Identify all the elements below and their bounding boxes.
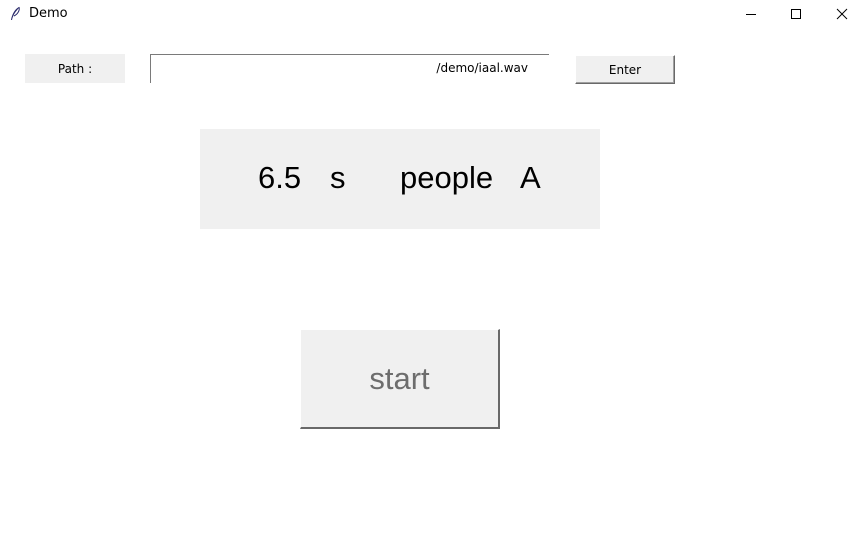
close-button[interactable] [820,0,864,28]
enter-button[interactable]: Enter [575,55,675,84]
path-input[interactable]: /demo/iaal.wav [150,54,549,83]
result-speaker: A [520,160,541,195]
title-bar[interactable]: Demo [0,0,866,28]
result-unit: s [330,160,346,195]
app-window: Demo Path : /demo/iaal.wav Enter 6.5 s p… [0,0,866,540]
maximize-icon [791,9,801,19]
maximize-button[interactable] [774,0,818,28]
close-icon [836,8,848,20]
result-display: 6.5 s people A [200,129,600,229]
result-time: 6.5 [258,160,302,195]
minimize-icon [746,14,756,15]
start-button[interactable]: start [300,329,500,429]
result-people-label: people [400,160,494,195]
feather-icon [9,6,21,22]
minimize-button[interactable] [729,0,773,28]
window-title: Demo [29,6,68,21]
path-label: Path : [25,54,125,83]
